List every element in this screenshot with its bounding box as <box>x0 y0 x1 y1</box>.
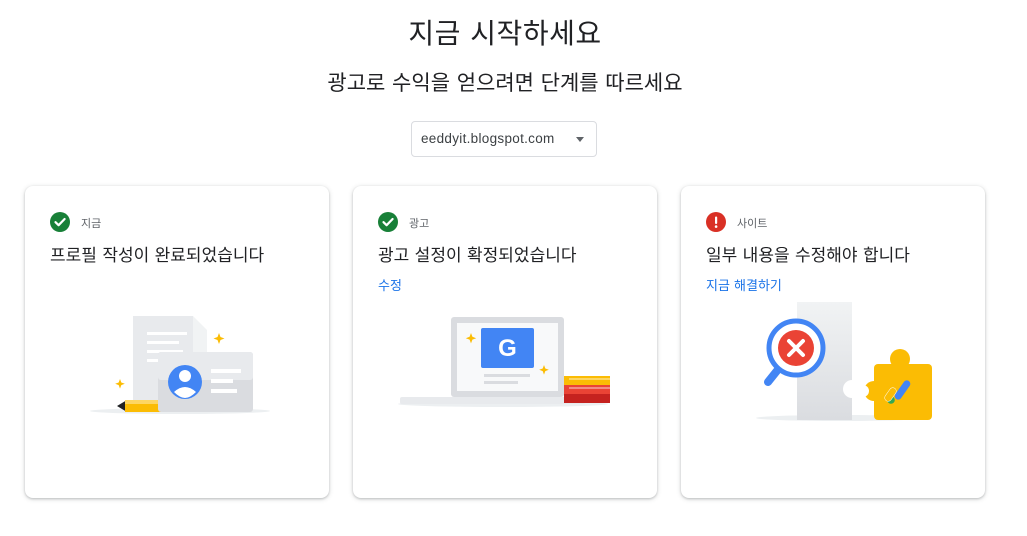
site-dropdown[interactable]: eeddyit.blogspot.com <box>411 121 597 157</box>
site-dropdown-value: eeddyit.blogspot.com <box>421 131 555 146</box>
profile-card-illustration <box>90 316 270 414</box>
puzzle-magnifier-illustration <box>756 302 932 421</box>
svg-text:G: G <box>498 335 517 362</box>
page-title: 지금 시작하세요 <box>408 17 602 50</box>
page-subtitle: 광고로 수익을 얻으려면 단계를 따르세요 <box>327 71 683 95</box>
page: 지금 시작하세요 광고로 수익을 얻으려면 단계를 따르세요 eeddyit.b… <box>0 0 1027 536</box>
step-card-profile: 지금 프로필 작성이 완료되었습니다 <box>25 186 329 498</box>
laptop-google-illustration: G <box>398 317 610 407</box>
step-card-site: 사이트 일부 내용을 수정해야 합니다 지금 해결하기 <box>681 186 985 498</box>
dropdown-arrow-icon <box>576 137 584 142</box>
step-card-ads: 광고 광고 설정이 확정되었습니다 수정 G <box>353 186 657 498</box>
